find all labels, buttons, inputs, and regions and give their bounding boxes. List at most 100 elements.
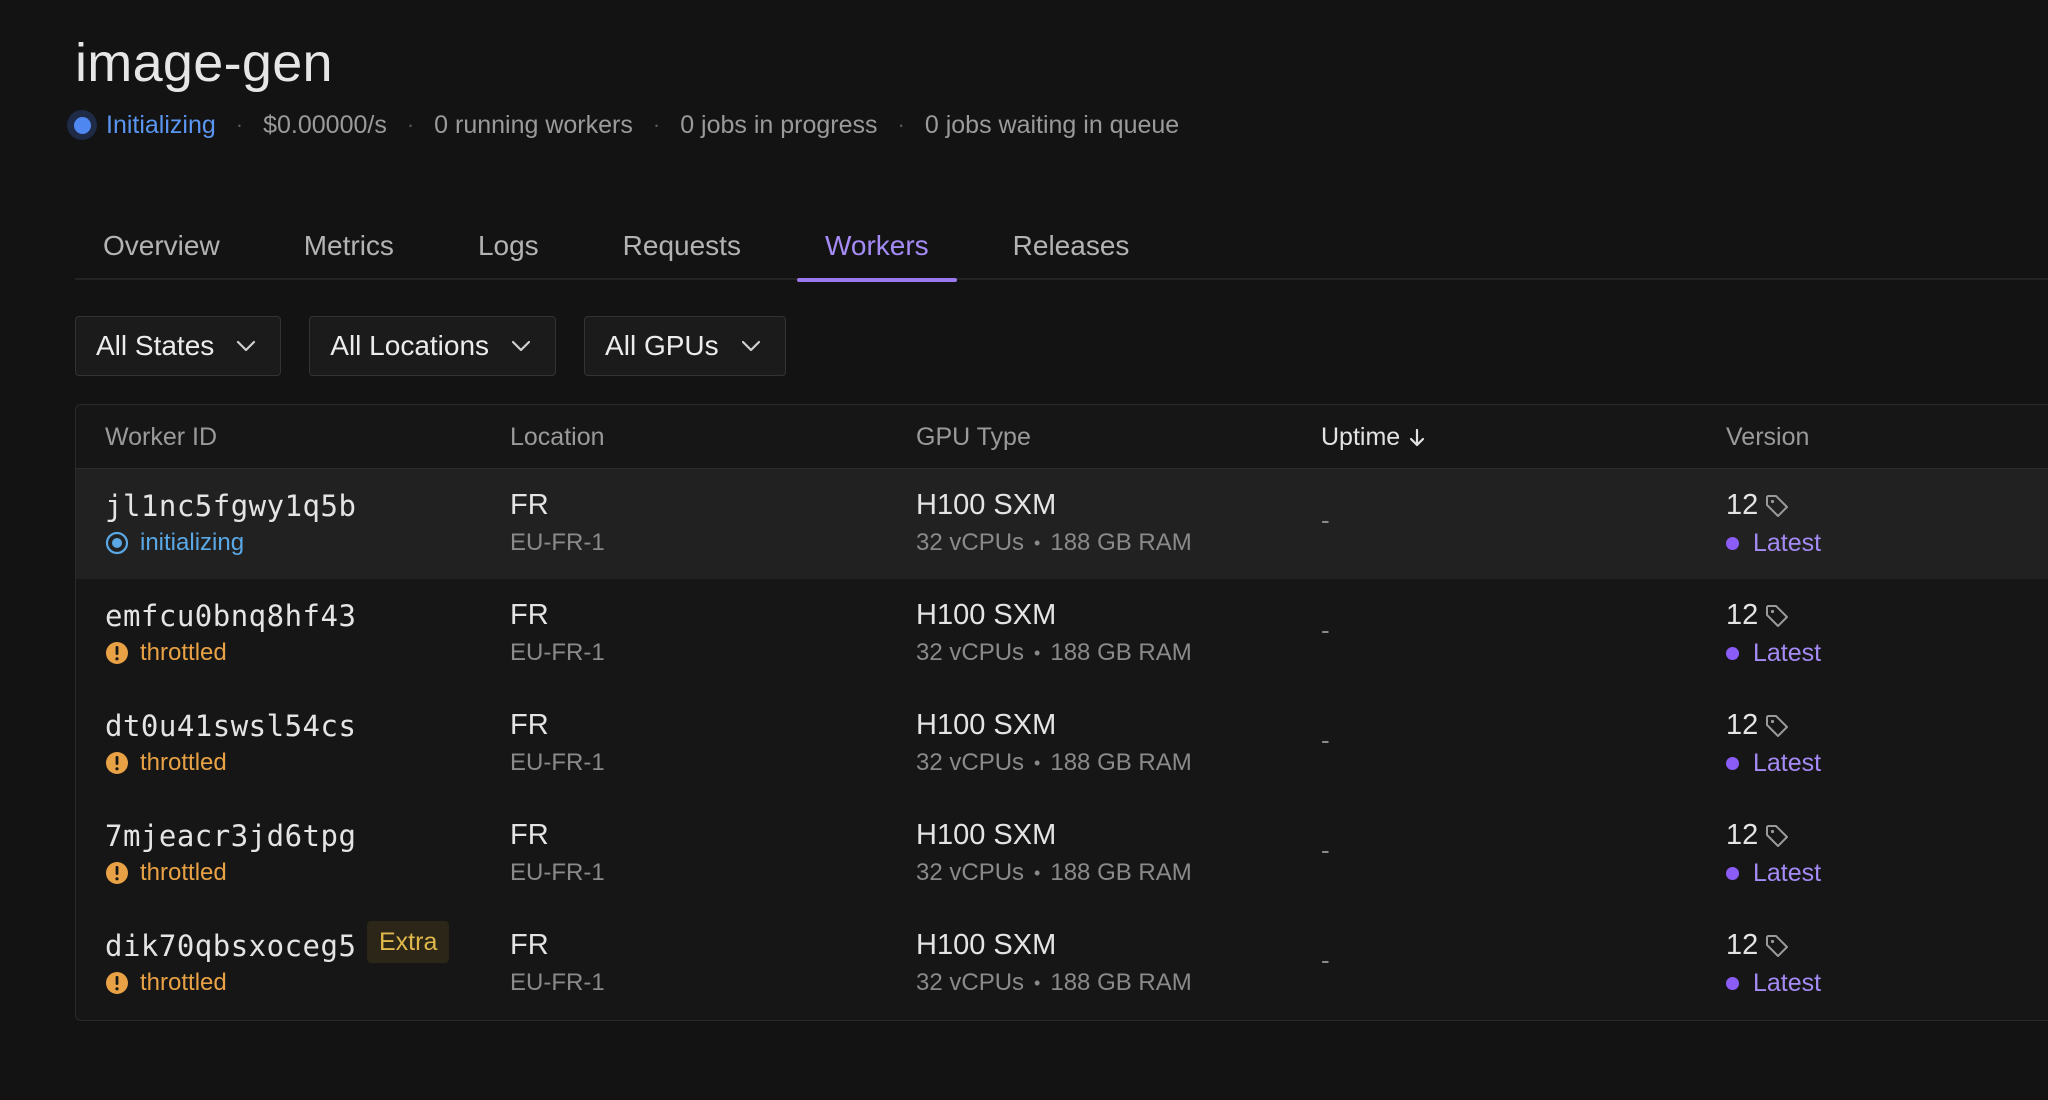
worker-ram: 188 GB RAM (1050, 529, 1192, 556)
worker-state: throttled (105, 969, 227, 997)
gpu-filter-label: All GPUs (605, 330, 719, 361)
endpoint-summary: Initializing · $0.00000/s · 0 running wo… (67, 108, 1179, 142)
worker-state-label: throttled (140, 639, 227, 666)
column-uptime-label: Uptime (1321, 423, 1401, 451)
worker-region: EU-FR-1 (510, 859, 605, 886)
worker-location: FR (510, 489, 549, 521)
table-row[interactable]: jl1nc5fgwy1q5b initializing FR EU-FR-1 H… (76, 469, 2048, 579)
warning-circle-icon (105, 861, 129, 885)
tab-requests[interactable]: Requests (595, 212, 769, 280)
chevron-down-icon (511, 340, 531, 352)
worker-vcpus: 32 vCPUs (916, 859, 1025, 886)
worker-version: 12 (1726, 599, 1790, 632)
separator: · (406, 112, 415, 137)
latest-dot-icon (1726, 867, 1739, 880)
worker-vcpus: 32 vCPUs (916, 969, 1025, 996)
latest-dot-icon (1726, 647, 1739, 660)
worker-id[interactable]: dik70qbsxoceg5 (105, 929, 356, 963)
worker-ram: 188 GB RAM (1050, 859, 1192, 886)
worker-uptime: - (1321, 615, 1330, 645)
workers-page: image-gen Initializing · $0.00000/s · 0 … (67, 0, 2048, 1100)
worker-gpu-spec: 32 vCPUs • 188 GB RAM (916, 529, 1192, 557)
table-row[interactable]: dik70qbsxoceg5 throttled Extra FR EU-FR-… (76, 909, 2048, 1019)
arrow-down-icon (1410, 428, 1425, 446)
worker-version-tag-label: Latest (1753, 969, 1822, 997)
column-worker-id[interactable]: Worker ID (105, 423, 217, 452)
column-uptime[interactable]: Uptime (1321, 423, 1426, 452)
worker-version-tag: Latest (1726, 529, 1821, 558)
worker-gpu: H100 SXM (916, 709, 1057, 741)
chevron-down-icon (237, 340, 256, 352)
endpoint-tabs: Overview Metrics Logs Requests Workers R… (75, 212, 2048, 282)
worker-version: 12 (1726, 489, 1790, 522)
worker-gpu-spec: 32 vCPUs • 188 GB RAM (916, 639, 1192, 667)
worker-id[interactable]: 7mjeacr3jd6tpg (105, 819, 356, 853)
endpoint-status: Initializing (106, 110, 216, 139)
latest-dot-icon (1726, 537, 1739, 550)
table-row[interactable]: dt0u41swsl54cs throttled FR EU-FR-1 H100… (76, 689, 2048, 799)
tab-logs[interactable]: Logs (450, 212, 567, 280)
worker-version-tag: Latest (1726, 859, 1821, 888)
worker-version: 12 (1726, 709, 1790, 742)
table-row[interactable]: emfcu0bnq8hf43 throttled FR EU-FR-1 H100… (76, 579, 2048, 689)
column-location[interactable]: Location (510, 423, 605, 452)
radio-spinner-icon (105, 531, 129, 555)
worker-region: EU-FR-1 (510, 639, 605, 666)
worker-gpu: H100 SXM (916, 819, 1057, 851)
worker-gpu: H100 SXM (916, 489, 1057, 521)
column-gpu-type[interactable]: GPU Type (916, 423, 1031, 452)
worker-id[interactable]: jl1nc5fgwy1q5b (105, 489, 356, 523)
tab-metrics[interactable]: Metrics (276, 212, 422, 280)
location-filter-dropdown[interactable]: All Locations (309, 316, 557, 376)
worker-state: initializing (105, 529, 244, 557)
worker-region: EU-FR-1 (510, 969, 605, 996)
worker-id[interactable]: dt0u41swsl54cs (105, 709, 356, 743)
worker-version-tag-label: Latest (1753, 639, 1822, 667)
tab-workers[interactable]: Workers (796, 212, 957, 282)
latest-dot-icon (1726, 757, 1739, 770)
column-version[interactable]: Version (1726, 423, 1809, 452)
worker-id[interactable]: emfcu0bnq8hf43 (105, 599, 356, 633)
tag-icon (1766, 714, 1789, 737)
state-filter-dropdown[interactable]: All States (75, 316, 282, 376)
page-title: image-gen (75, 33, 333, 93)
gpu-filter-dropdown[interactable]: All GPUs (584, 316, 786, 376)
worker-gpu-spec: 32 vCPUs • 188 GB RAM (916, 969, 1192, 997)
endpoint-cost: $0.00000/s (263, 110, 387, 139)
separator: · (652, 112, 661, 137)
tab-overview[interactable]: Overview (75, 212, 248, 280)
worker-gpu-spec: 32 vCPUs • 188 GB RAM (916, 859, 1192, 887)
table-header: Worker ID Location GPU Type Uptime Versi… (76, 405, 2048, 469)
chevron-down-icon (741, 340, 760, 352)
bullet-separator: • (1034, 862, 1041, 883)
worker-region: EU-FR-1 (510, 749, 605, 776)
state-filter-label: All States (96, 330, 215, 361)
worker-uptime: - (1321, 945, 1330, 975)
worker-location: FR (510, 599, 549, 631)
workers-table: Worker ID Location GPU Type Uptime Versi… (75, 404, 2048, 1021)
worker-region: EU-FR-1 (510, 529, 605, 556)
jobs-in-queue-count: 0 jobs waiting in queue (924, 110, 1180, 139)
bullet-separator: • (1034, 972, 1041, 993)
worker-gpu: H100 SXM (916, 929, 1057, 961)
worker-state-label: throttled (140, 749, 227, 776)
table-row[interactable]: 7mjeacr3jd6tpg throttled FR EU-FR-1 H100… (76, 799, 2048, 909)
bullet-separator: • (1034, 752, 1041, 773)
worker-version-number: 12 (1726, 489, 1759, 521)
worker-location: FR (510, 929, 549, 961)
worker-ram: 188 GB RAM (1050, 969, 1192, 996)
worker-state-label: initializing (140, 529, 245, 556)
status-dot-icon (67, 110, 97, 140)
worker-state: throttled (105, 859, 227, 887)
worker-version: 12 (1726, 819, 1790, 852)
jobs-in-progress-count: 0 jobs in progress (680, 110, 878, 139)
worker-state: throttled (105, 639, 227, 667)
worker-version-tag-label: Latest (1753, 749, 1822, 777)
worker-version-number: 12 (1726, 709, 1759, 741)
tab-releases[interactable]: Releases (985, 212, 1158, 280)
worker-location: FR (510, 819, 549, 851)
worker-location: FR (510, 709, 549, 741)
worker-uptime: - (1321, 835, 1330, 865)
worker-version-number: 12 (1726, 929, 1759, 961)
running-workers-count: 0 running workers (434, 110, 633, 139)
